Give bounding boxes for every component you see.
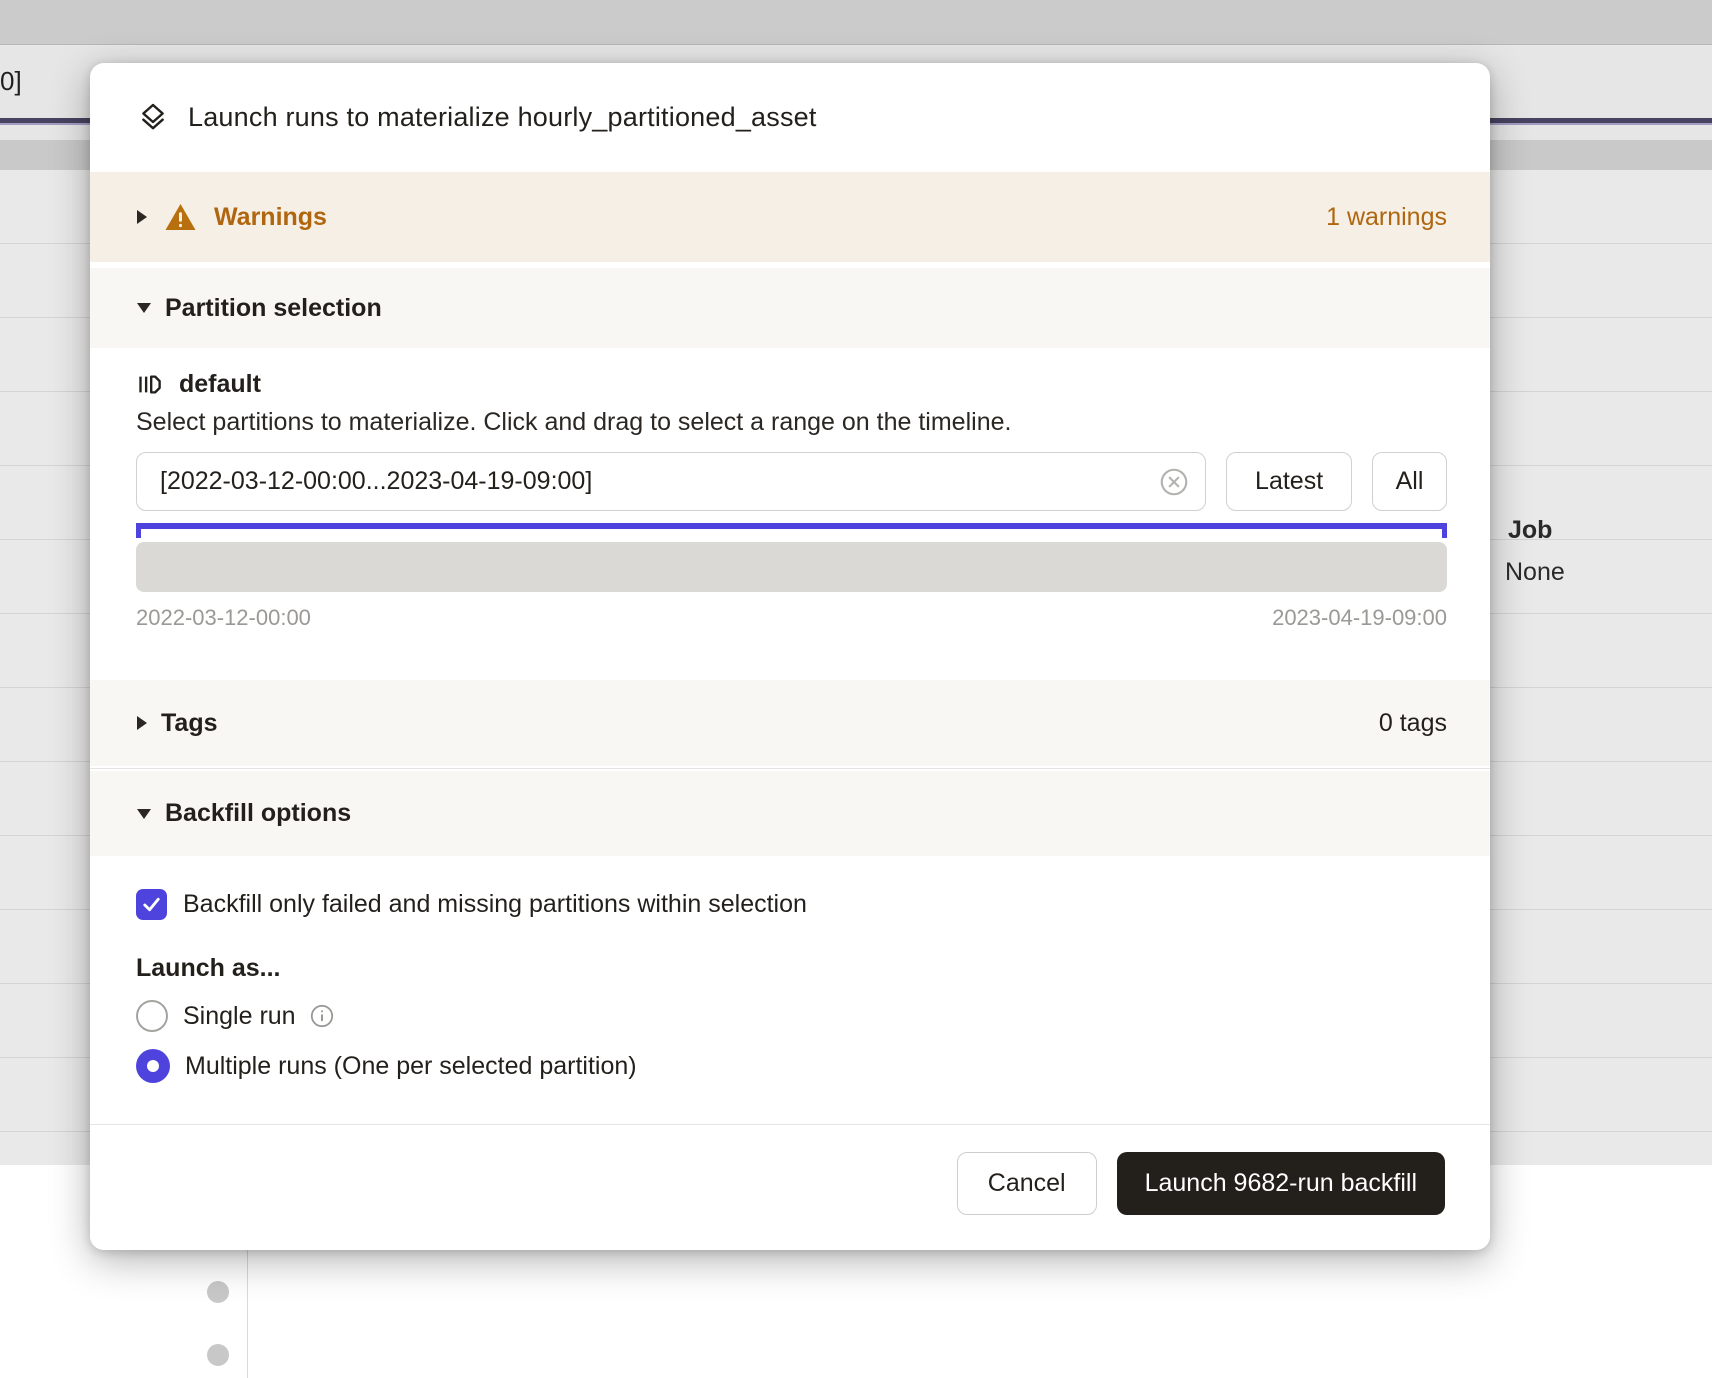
row-status-dot	[207, 1281, 229, 1303]
backfill-checkbox-label: Backfill only failed and missing partiti…	[183, 890, 807, 919]
partition-timeline[interactable]	[136, 542, 1447, 592]
multiple-runs-option-row: Multiple runs (One per selected partitio…	[136, 1049, 1447, 1083]
single-run-option-row: Single run	[136, 1000, 1447, 1032]
tags-count: 0 tags	[1379, 709, 1447, 738]
selected-range-bar	[136, 523, 1447, 529]
partition-dimension-name: default	[179, 370, 261, 399]
row-status-dot	[207, 1344, 229, 1366]
truncated-filter-text: 0]	[0, 66, 22, 97]
materialize-layers-icon	[136, 101, 170, 135]
chevron-right-icon	[137, 716, 147, 730]
backfill-options-content: Backfill only failed and missing partiti…	[90, 856, 1490, 1124]
clear-selection-icon[interactable]	[1160, 468, 1188, 496]
partition-dimension-row: default	[136, 370, 1447, 399]
cancel-button[interactable]: Cancel	[957, 1152, 1097, 1215]
warnings-section-header[interactable]: Warnings 1 warnings	[90, 172, 1490, 262]
info-icon[interactable]	[310, 1004, 334, 1028]
timeline-end-label: 2023-04-19-09:00	[1272, 605, 1447, 631]
selected-range-start-cap	[136, 523, 141, 538]
timeline-start-label: 2022-03-12-00:00	[136, 605, 311, 631]
section-divider	[90, 766, 1490, 771]
timeline-selected-range[interactable]	[136, 523, 1447, 538]
dialog-title-bar: Launch runs to materialize hourly_partit…	[90, 63, 1490, 172]
all-button[interactable]: All	[1372, 452, 1447, 511]
launch-as-label: Launch as...	[136, 954, 1447, 983]
partition-selection-header[interactable]: Partition selection	[90, 268, 1490, 348]
backfill-options-label: Backfill options	[165, 799, 351, 828]
warnings-count: 1 warnings	[1326, 203, 1447, 232]
dialog-title: Launch runs to materialize hourly_partit…	[188, 102, 817, 133]
multiple-runs-label: Multiple runs (One per selected partitio…	[185, 1052, 637, 1081]
timeline-date-labels: 2022-03-12-00:00 2023-04-19-09:00	[136, 605, 1447, 631]
selected-range-end-cap	[1442, 523, 1447, 538]
partition-set-icon	[136, 371, 163, 398]
warning-triangle-icon	[164, 202, 197, 232]
launch-backfill-button[interactable]: Launch 9682-run backfill	[1117, 1152, 1445, 1215]
partition-selection-content: default Select partitions to materialize…	[90, 348, 1490, 680]
chevron-down-icon	[137, 809, 151, 819]
dialog-footer: Cancel Launch 9682-run backfill	[90, 1125, 1490, 1250]
partition-instructions: Select partitions to materialize. Click …	[136, 408, 1447, 437]
backfill-checkbox[interactable]	[136, 889, 167, 920]
partition-range-controls: Latest All	[136, 452, 1447, 511]
backfill-options-header[interactable]: Backfill options	[90, 771, 1490, 856]
multiple-runs-radio[interactable]	[136, 1049, 170, 1083]
partition-range-input[interactable]	[136, 452, 1206, 511]
chevron-right-icon	[137, 210, 147, 224]
single-run-radio[interactable]	[136, 1000, 168, 1032]
partition-selection-label: Partition selection	[165, 294, 382, 323]
job-column-value: None	[1505, 558, 1565, 587]
chevron-down-icon	[137, 303, 151, 313]
check-icon	[140, 893, 163, 916]
warnings-label: Warnings	[214, 203, 327, 232]
job-column-label: Job	[1508, 516, 1552, 545]
backfill-checkbox-row: Backfill only failed and missing partiti…	[136, 889, 1447, 920]
launch-backfill-dialog: Launch runs to materialize hourly_partit…	[90, 63, 1490, 1250]
single-run-label: Single run	[183, 1002, 296, 1031]
tags-label: Tags	[161, 709, 218, 738]
tags-section-header[interactable]: Tags 0 tags	[90, 680, 1490, 766]
latest-button[interactable]: Latest	[1226, 452, 1352, 511]
background-top-strip	[0, 0, 1712, 45]
partition-range-input-wrap	[136, 452, 1206, 511]
